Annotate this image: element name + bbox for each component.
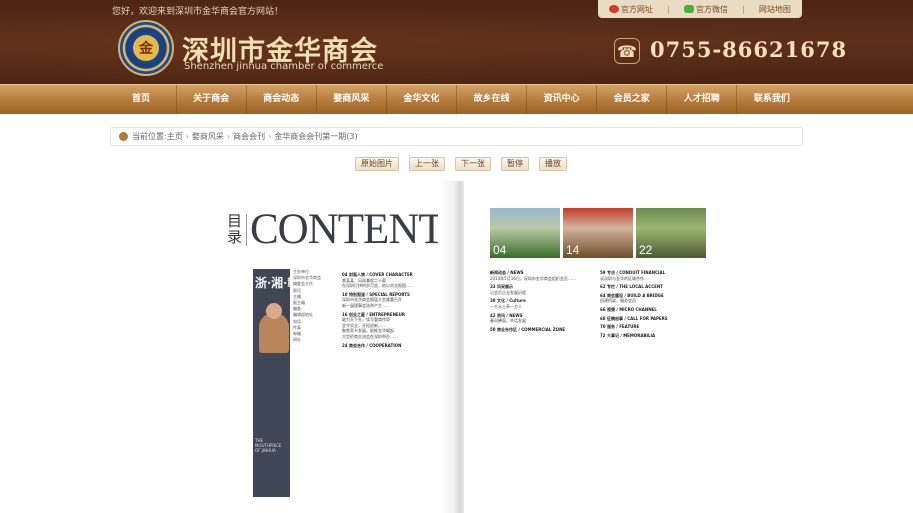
mulu-heading: 目录 (227, 212, 243, 246)
photo-04: 04 (490, 208, 560, 258)
nav-hometown[interactable]: 故乡在线 (457, 85, 528, 114)
breadcrumb-home[interactable]: 主页 (167, 131, 183, 142)
wechat-icon (683, 5, 694, 13)
top-links: 官方网址 | 官方微信 | 网站地图 (598, 0, 802, 18)
main-nav: 首页 关于商会 商会动态 婺商风采 金华文化 故乡在线 资讯中心 会员之家 人才… (0, 84, 913, 114)
nav-members-showcase[interactable]: 婺商风采 (317, 85, 387, 114)
phone-icon: ☎ (614, 38, 640, 64)
toc-entry: 62 专栏 / THE LOCAL ACCENT (600, 284, 663, 290)
toc-column: 新闻动态 / NEWS 2013年5月16日，深圳市金华商会组织会员…… 33 风采… (490, 267, 594, 332)
photo-14: 14 (563, 208, 633, 258)
toc-entry: 70 服务 / FEATURE (600, 324, 640, 330)
magazine-right-page: 04 14 22 新闻动态 / NEWS 2013年5月16日，深圳市金华商会组织… (464, 181, 720, 513)
toc-entry: 搭建桥梁，服务会员 (600, 298, 636, 304)
original-image-button[interactable]: 原始图片 (355, 157, 399, 171)
toc-entry: 66 视频 / MICRO CHANNEL (600, 306, 657, 312)
nav-home[interactable]: 首页 (107, 85, 177, 114)
link-official-weibo[interactable]: 官方网址 (609, 4, 653, 15)
photo-strip: 04 14 22 (490, 208, 706, 258)
toc-entry: 一方水土养一方人 (490, 303, 522, 309)
magazine-left-page: 目录 CONTENTS 浙·湘·赣·粤 THE MOUTHPIECE OF JI… (200, 181, 468, 513)
toc-column: 59 专访 / CONDUIT FINANCIAL 谈深圳与金华的区域合作 62 专… (600, 267, 704, 338)
breadcrumb-prefix: 当前位置: (132, 132, 167, 141)
toc-entry: 24 商会合作 / COOPERATION (342, 342, 402, 348)
location-icon (119, 132, 128, 141)
chamber-logo[interactable]: 金 (118, 20, 174, 76)
masthead-list: 主办单位 深圳市金华商会 编委会主任 顾问 主编 副主编 编委 编辑部地址 电话 传真 邮编 网址 (293, 269, 331, 343)
logo-emblem: 金 (133, 35, 159, 61)
breadcrumb-showcase[interactable]: 婺商风采 (192, 131, 224, 142)
link-sitemap[interactable]: 网站地图 (759, 4, 791, 15)
nav-jobs[interactable]: 人才招聘 (667, 85, 738, 114)
magazine-cover-thumb: 浙·湘·赣·粤 THE MOUTHPIECE OF JINHUA (253, 269, 290, 497)
gallery-controls: 原始图片 上一张 下一张 暂停 播放 (355, 157, 567, 171)
cover-portrait (259, 303, 289, 353)
photo-22: 22 (636, 208, 706, 258)
hotline-number: 0755-86621678 (650, 37, 848, 62)
breadcrumb-journal[interactable]: 商会会刊 (233, 131, 265, 142)
toc-entry: 2013年5月16日，深圳市金华商会组织会员…… (490, 275, 576, 281)
toc-column: 04 封面人物 / COVER CHARACTER 曾某某：风雨兼程二十载 在深圳打… (342, 269, 446, 348)
pause-button[interactable]: 暂停 (501, 157, 529, 171)
magazine-spread-image[interactable]: 目录 CONTENTS 浙·湘·赣·粤 THE MOUTHPIECE OF JI… (200, 181, 720, 513)
toc-entry: 记会员企业发展历程 (490, 289, 526, 295)
link-official-wechat[interactable]: 官方微信 (683, 4, 728, 15)
nav-about[interactable]: 关于商会 (177, 85, 247, 114)
contents-heading: CONTENTS (250, 206, 468, 253)
brand-subtitle: Shenzhen jinhua chamber of commerce (184, 61, 384, 72)
toc-entry: 在深圳打拼的岁月里，他以实业报国…… (342, 283, 414, 289)
breadcrumb: 当前位置: 主页 › 婺商风采 › 商会会刊 › 金华商会会刊第一期(3) (110, 127, 803, 146)
toc-entry: 春风拂面，共话发展 (490, 318, 526, 324)
toc-entry: 50 商业合作区 / COMMERCIAL ZONE (490, 326, 566, 332)
previous-button[interactable]: 上一张 (409, 157, 445, 171)
nav-info-center[interactable]: 资讯中心 (527, 85, 598, 114)
welcome-text: 您好，欢迎来到深圳市金华商会官方网站！ (112, 7, 284, 17)
nav-member-home[interactable]: 会员之家 (597, 85, 668, 114)
nav-culture[interactable]: 金华文化 (387, 85, 457, 114)
play-button[interactable]: 播放 (539, 157, 567, 171)
nav-news[interactable]: 商会动态 (247, 85, 317, 114)
toc-entry: 大型侨商交流会在深圳举办…… (342, 333, 398, 339)
toc-entry: 新一届理事会选举产生…… (342, 302, 390, 308)
toc-entry: 72 大事记 / MEMORABILIA (600, 332, 656, 338)
weibo-icon (609, 5, 620, 13)
next-button[interactable]: 下一张 (455, 157, 491, 171)
toc-entry: 谈深圳与金华的区域合作 (600, 275, 644, 281)
toc-entry: 68 征稿启事 / CALL FOR PAPERS (600, 315, 668, 321)
nav-contact[interactable]: 联系我们 (737, 85, 806, 114)
site-header: 您好，欢迎来到深圳市金华商会官方网站！ 官方网址 | 官方微信 | 网站地图 金… (0, 0, 913, 84)
masthead-line: 网址 (293, 337, 301, 343)
breadcrumb-current: 金华商会会刊第一期(3) (274, 132, 358, 141)
